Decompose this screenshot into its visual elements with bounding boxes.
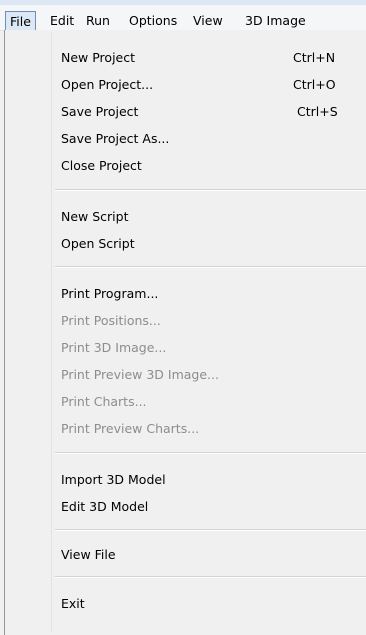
menu-item-new-script[interactable]: New Script: [61, 206, 361, 228]
menu-item-label: Print Charts...: [61, 394, 147, 409]
menu-edit[interactable]: Edit: [50, 12, 74, 30]
menu-item-label: Print Preview Charts...: [61, 421, 200, 436]
menu-run[interactable]: Run: [86, 12, 110, 30]
menu-item-exit[interactable]: Exit: [61, 593, 361, 615]
menu-item-save-project[interactable]: Save Project Ctrl+S: [61, 101, 361, 123]
menu-item-label: Exit: [61, 596, 85, 611]
gutter-divider: [51, 32, 52, 632]
menu-options[interactable]: Options: [129, 12, 177, 30]
menu-item-open-project[interactable]: Open Project... Ctrl+O: [61, 74, 361, 96]
menu-item-close-project[interactable]: Close Project: [61, 155, 361, 177]
menu-item-label: Print 3D Image...: [61, 340, 167, 355]
menu-item-print-preview-3d-image: Print Preview 3D Image...: [61, 364, 361, 386]
menu-3d-image[interactable]: 3D Image: [245, 12, 306, 30]
menu-item-label: Save Project: [61, 104, 139, 119]
menu-item-label: View File: [61, 547, 116, 562]
menu-item-label: New Script: [61, 209, 129, 224]
menu-item-label: Close Project: [61, 158, 142, 173]
menu-item-new-project[interactable]: New Project Ctrl+N: [61, 47, 361, 69]
menu-bar: File Edit Run Options View 3D Image: [0, 0, 366, 31]
menu-item-edit-3d-model[interactable]: Edit 3D Model: [61, 496, 361, 518]
menu-item-label: Save Project As...: [61, 131, 170, 146]
menu-item-print-3d-image: Print 3D Image...: [61, 337, 361, 359]
menu-view[interactable]: View: [193, 12, 223, 30]
menu-item-label: Open Script: [61, 236, 135, 251]
menu-item-label: New Project: [61, 50, 136, 65]
menu-item-label: Open Project...: [61, 77, 154, 92]
menu-item-label: Import 3D Model: [61, 472, 166, 487]
menu-separator: [55, 576, 366, 578]
menu-item-shortcut: Ctrl+N: [293, 50, 336, 65]
menu-item-import-3d-model[interactable]: Import 3D Model: [61, 469, 361, 491]
menu-item-print-preview-charts: Print Preview Charts...: [61, 418, 361, 440]
menu-item-open-script[interactable]: Open Script: [61, 233, 361, 255]
menu-item-print-program[interactable]: Print Program...: [61, 283, 361, 305]
menu-item-shortcut: Ctrl+S: [297, 104, 338, 119]
menu-item-label: Edit 3D Model: [61, 499, 149, 514]
menu-separator: [55, 266, 366, 268]
window-top-strip: [0, 0, 366, 5]
menu-item-label: Print Preview 3D Image...: [61, 367, 219, 382]
menu-item-label: Print Positions...: [61, 313, 161, 328]
menu-item-print-charts: Print Charts...: [61, 391, 361, 413]
menu-separator: [55, 189, 366, 191]
menu-item-print-positions: Print Positions...: [61, 310, 361, 332]
menu-item-save-project-as[interactable]: Save Project As...: [61, 128, 361, 150]
file-menu-dropdown: New Project Ctrl+N Open Project... Ctrl+…: [4, 30, 366, 635]
menu-item-view-file[interactable]: View File: [61, 544, 361, 566]
menu-item-label: Print Program...: [61, 286, 159, 301]
menu-separator: [55, 529, 366, 531]
menu-file[interactable]: File: [5, 11, 36, 30]
menu-item-shortcut: Ctrl+O: [293, 77, 336, 92]
menu-icon-gutter: [5, 30, 50, 635]
menu-separator: [55, 452, 366, 454]
